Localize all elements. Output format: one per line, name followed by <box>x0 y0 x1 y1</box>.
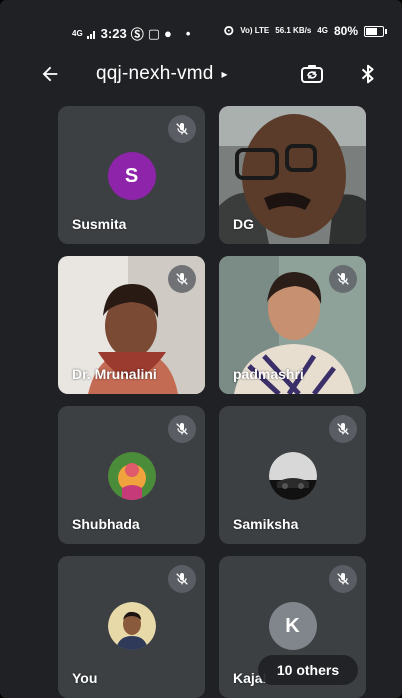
mic-off-icon <box>168 265 196 293</box>
network-indicator-2: 4G <box>317 26 328 35</box>
battery-icon <box>364 25 387 37</box>
bluetooth-icon <box>361 64 374 84</box>
clock: 3:23 <box>100 26 127 41</box>
battery-percent: 80% <box>333 24 358 38</box>
participant-tile-you[interactable]: You <box>58 556 205 698</box>
others-chip[interactable]: 10 others <box>258 655 358 685</box>
avatar-image <box>107 602 156 650</box>
avatar: S <box>107 152 156 200</box>
participant-tile-samiksha[interactable]: Samiksha <box>219 406 366 544</box>
signal-icon <box>86 30 95 39</box>
bluetooth-audio-button[interactable] <box>352 58 384 90</box>
status-right: 𐌏 Vo) LTE 56.1 KB/s 4G 80% <box>223 24 387 38</box>
participant-name: DG <box>233 216 254 232</box>
meet-screen: 4G 3:23 Ⓢ ▢ ● • 𐌏 Vo) LTE 56.1 KB/s 4G 8… <box>0 0 402 698</box>
participant-name: Dr. Mrunalini <box>72 366 157 382</box>
mic-off-icon <box>329 565 357 593</box>
switch-camera-icon <box>301 65 323 83</box>
participant-name: Susmita <box>72 216 127 232</box>
back-button[interactable] <box>34 58 66 90</box>
status-bar: 4G 3:23 Ⓢ ▢ ● • 𐌏 Vo) LTE 56.1 KB/s 4G 8… <box>0 0 402 44</box>
meeting-header: qqj-nexh-vmd ▸ <box>0 52 402 96</box>
avatar-image <box>268 452 317 500</box>
vibrate-icon: 𐌏 <box>223 24 235 38</box>
avatar-image <box>107 452 156 500</box>
network-indicator: 4G <box>72 28 83 38</box>
participant-tile-shubhada[interactable]: Shubhada <box>58 406 205 544</box>
mic-off-icon <box>168 415 196 443</box>
caret-icon: ▸ <box>221 67 228 81</box>
participant-tile-padmashri[interactable]: padmashri <box>219 256 366 394</box>
mic-off-icon <box>329 265 357 293</box>
participant-tile-mrunalini[interactable]: Dr. Mrunalini <box>58 256 205 394</box>
status-left: 4G 3:23 Ⓢ ▢ ● • <box>72 24 190 43</box>
arrow-back-icon <box>42 66 58 82</box>
switch-camera-button[interactable] <box>296 58 328 90</box>
volte-indicator: Vo) LTE <box>240 26 270 35</box>
mic-off-icon <box>329 415 357 443</box>
dot-icon: ● <box>164 26 172 41</box>
participant-tile-susmita[interactable]: S Susmita <box>58 106 205 244</box>
participant-tile-dg[interactable]: DG <box>219 106 366 244</box>
notification-icon: ▢ <box>147 25 161 41</box>
mic-off-icon <box>168 565 196 593</box>
data-speed: 56.1 KB/s <box>275 26 312 35</box>
whatsapp-icon: Ⓢ <box>130 27 144 42</box>
participant-name: You <box>72 670 98 686</box>
meeting-code: qqj-nexh-vmd <box>96 63 214 84</box>
participant-name: Samiksha <box>233 516 299 532</box>
avatar: K <box>268 602 317 650</box>
mic-off-icon <box>168 115 196 143</box>
participant-name: padmashri <box>233 366 304 382</box>
meeting-title-button[interactable]: qqj-nexh-vmd ▸ <box>96 63 228 85</box>
participant-name: Shubhada <box>72 516 140 532</box>
dot-small-icon: • <box>185 26 191 41</box>
